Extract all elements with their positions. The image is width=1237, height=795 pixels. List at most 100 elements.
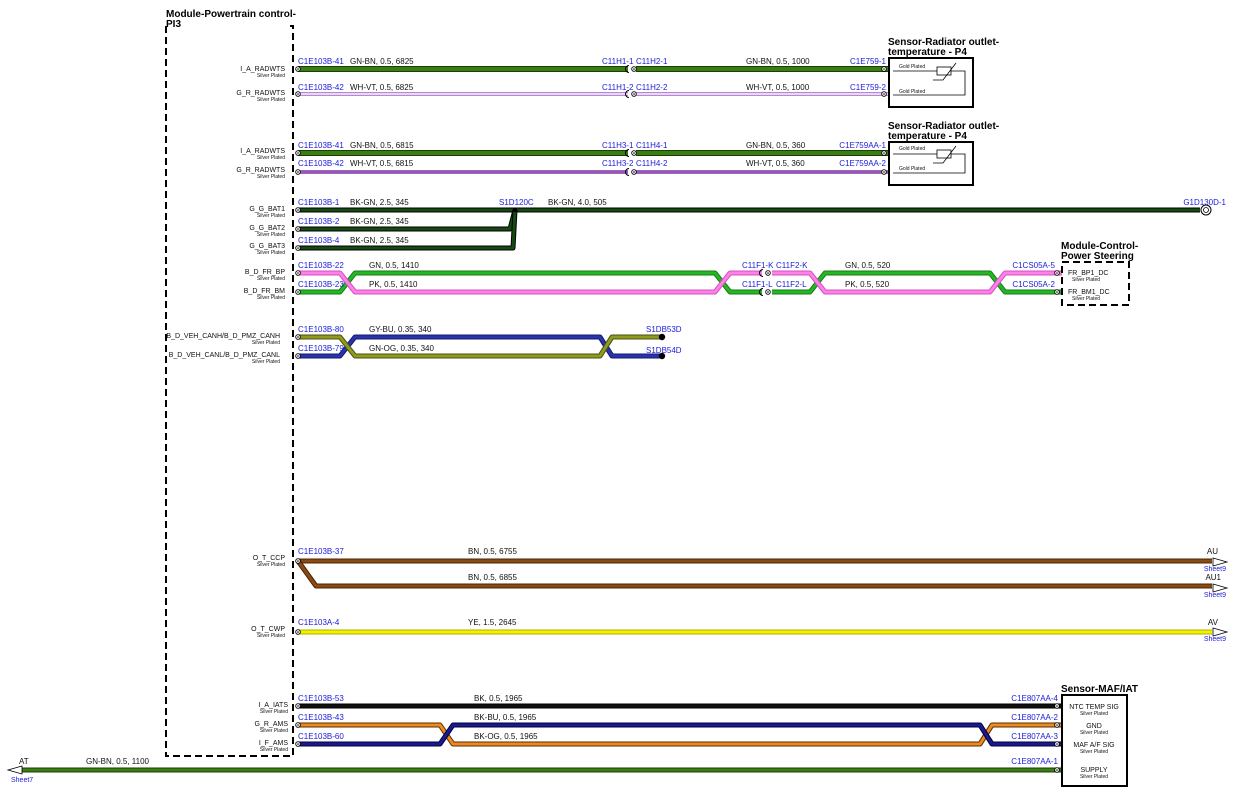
connector-label[interactable]: C1E807AA-1	[1011, 757, 1058, 766]
connector-label[interactable]: C11H3-1	[602, 141, 634, 150]
terminal-dot-icon	[633, 93, 635, 95]
connector-label[interactable]: C1E759AA-2	[839, 159, 886, 168]
connector-label[interactable]: C1E103B-23	[298, 280, 344, 289]
power-steering-module: Module-Control- Power Steering FR_BP1_DC…	[1061, 241, 1138, 306]
signal-plating: Silver Plated	[257, 633, 285, 639]
ps-pin-label: FR_BM1_DC	[1068, 289, 1110, 296]
connector-label[interactable]: C1E103B-41	[298, 57, 344, 66]
ps-pin-label: FR_BP1_DC	[1068, 270, 1108, 277]
wire-spec: WH-VT, 0.5, 6815	[350, 159, 414, 168]
signal-label: B_D_FR_BP	[245, 269, 285, 276]
wire-spec: GN, 0.5, 520	[845, 261, 891, 270]
splice-label[interactable]: S1DB53D	[646, 325, 682, 334]
connector-label[interactable]: C1E103B-42	[298, 159, 344, 168]
connector-label[interactable]: C1CS05A-5	[1012, 261, 1055, 270]
terminal-dot-icon	[297, 631, 299, 633]
connector-label[interactable]: C11H2-1	[636, 57, 668, 66]
signal-plating: Silver Plated	[257, 97, 285, 103]
signal-plating: Silver Plated	[257, 155, 285, 161]
signal-label: O_T_CWP	[251, 626, 285, 633]
signal-plating: Silver Plated	[260, 709, 288, 715]
connector-label[interactable]: C1E103B-1	[298, 198, 340, 207]
maf-pin-label: GND	[1086, 723, 1102, 730]
terminal-dot-icon	[1056, 705, 1058, 707]
offsheet-references: AU Sheet9 AU1 Sheet9 AV Sheet9 AT Sheet7	[6, 547, 1229, 784]
wire-outline	[298, 722, 1062, 747]
signal-plating: Silver Plated	[252, 359, 280, 365]
connector-label[interactable]: C1E103B-80	[298, 325, 344, 334]
connector-label[interactable]: C1E759-2	[850, 83, 887, 92]
maf-sensor-title: Sensor-MAF/IAT	[1061, 684, 1138, 695]
terminal-dot-icon	[297, 355, 299, 357]
connector-label[interactable]: C1E103A-4	[298, 618, 340, 627]
connector-label[interactable]: C1E103B-60	[298, 732, 344, 741]
wire-spec: BK-GN, 2.5, 345	[350, 236, 409, 245]
radiator-sensor-2: Sensor-Radiator outlet- temperature - P4…	[888, 121, 999, 186]
signal-label: G_R_RADWTS	[236, 167, 285, 174]
wire-spec: WH-VT, 0.5, 360	[746, 159, 805, 168]
offsheet-arrow-icon	[1212, 557, 1229, 567]
connector-label[interactable]: C1E103B-22	[298, 261, 344, 270]
signal-label: G_R_AMS	[255, 721, 289, 728]
offsheet-arrow-icon	[1212, 627, 1229, 637]
radiator-sensor-title-line2: temperature - P4	[888, 47, 967, 58]
connector-label[interactable]: C11H1-1	[602, 57, 634, 66]
connector-label[interactable]: C1CS05A-2	[1012, 280, 1055, 289]
connector-label[interactable]: C11F1-K	[742, 261, 774, 270]
signal-plating: Silver Plated	[260, 747, 288, 753]
signal-plating: Silver Plated	[257, 276, 285, 282]
connector-label[interactable]: C11H2-2	[636, 83, 668, 92]
connector-label[interactable]: C1E103B-79	[298, 344, 344, 353]
splice-dot-icon	[658, 333, 666, 341]
splice-label[interactable]: S1D120C	[499, 198, 534, 207]
connector-label[interactable]: C11H4-1	[636, 141, 668, 150]
terminal-dot-icon	[297, 152, 299, 154]
connector-label[interactable]: C1E807AA-4	[1011, 694, 1058, 703]
offsheet-sheet: Sheet7	[11, 777, 33, 784]
wire-bk-og[interactable]	[298, 722, 1062, 747]
signal-label: I_A_IATS	[259, 702, 289, 709]
wire-outline	[298, 722, 1062, 747]
connector-label[interactable]: C1E103B-53	[298, 694, 344, 703]
terminal-dot-icon	[297, 272, 299, 274]
offsheet-arrow-icon	[1212, 583, 1229, 593]
pcm-title-line1: Module-Powertrain control-	[166, 9, 296, 20]
connector-label[interactable]: C1E103B-2	[298, 217, 340, 226]
wire-spec: GN-BN, 0.5, 6825	[350, 57, 414, 66]
connector-label[interactable]: C1E103B-43	[298, 713, 344, 722]
connector-label[interactable]: C1E759-1	[850, 57, 887, 66]
wires-layer	[22, 66, 1212, 773]
connector-label[interactable]: C1E103B-4	[298, 236, 340, 245]
wire-bn[interactable]	[295, 559, 1212, 589]
wire-bk-bu[interactable]	[298, 722, 1062, 747]
signal-label: I_F_AMS	[259, 740, 289, 747]
pcm-module: Module-Powertrain control- PI3	[165, 9, 296, 757]
connector-label[interactable]: C1E759AA-1	[839, 141, 886, 150]
maf-pin-label: MAF A/F SIG	[1073, 742, 1114, 749]
terminal-dot-icon	[297, 228, 299, 230]
terminal-dot-icon	[1056, 724, 1058, 726]
pin-plating: Gold Plated	[899, 64, 925, 70]
wire-spec: YE, 1.5, 2645	[468, 618, 517, 627]
connector-label[interactable]: C11H1-2	[602, 83, 634, 92]
signal-plating: Silver Plated	[257, 73, 285, 79]
signal-plating: Silver Plated	[257, 295, 285, 301]
connector-label[interactable]: C11F1-L	[742, 280, 773, 289]
connector-label[interactable]: C11H3-2	[602, 159, 634, 168]
radiator-sensor-title-line2: temperature - P4	[888, 131, 967, 142]
terminal-dot-icon	[297, 93, 299, 95]
connector-label[interactable]: C1E807AA-2	[1011, 713, 1058, 722]
wire-spec: GN, 0.5, 1410	[369, 261, 419, 270]
terminal-dot-icon	[1056, 272, 1058, 274]
connector-label[interactable]: C11H4-2	[636, 159, 668, 168]
connector-label[interactable]: C11F2-L	[776, 280, 807, 289]
signal-plating: Silver Plated	[260, 728, 288, 734]
connector-label[interactable]: C1E103B-37	[298, 547, 344, 556]
connector-label[interactable]: C1E103B-42	[298, 83, 344, 92]
connector-label[interactable]: C1E807AA-3	[1011, 732, 1058, 741]
connector-label[interactable]: C11F2-K	[776, 261, 808, 270]
wire-core	[298, 723, 1062, 746]
terminal-dot-icon	[883, 93, 885, 95]
signal-label: I_A_RADWTS	[240, 66, 285, 73]
connector-label[interactable]: C1E103B-41	[298, 141, 344, 150]
